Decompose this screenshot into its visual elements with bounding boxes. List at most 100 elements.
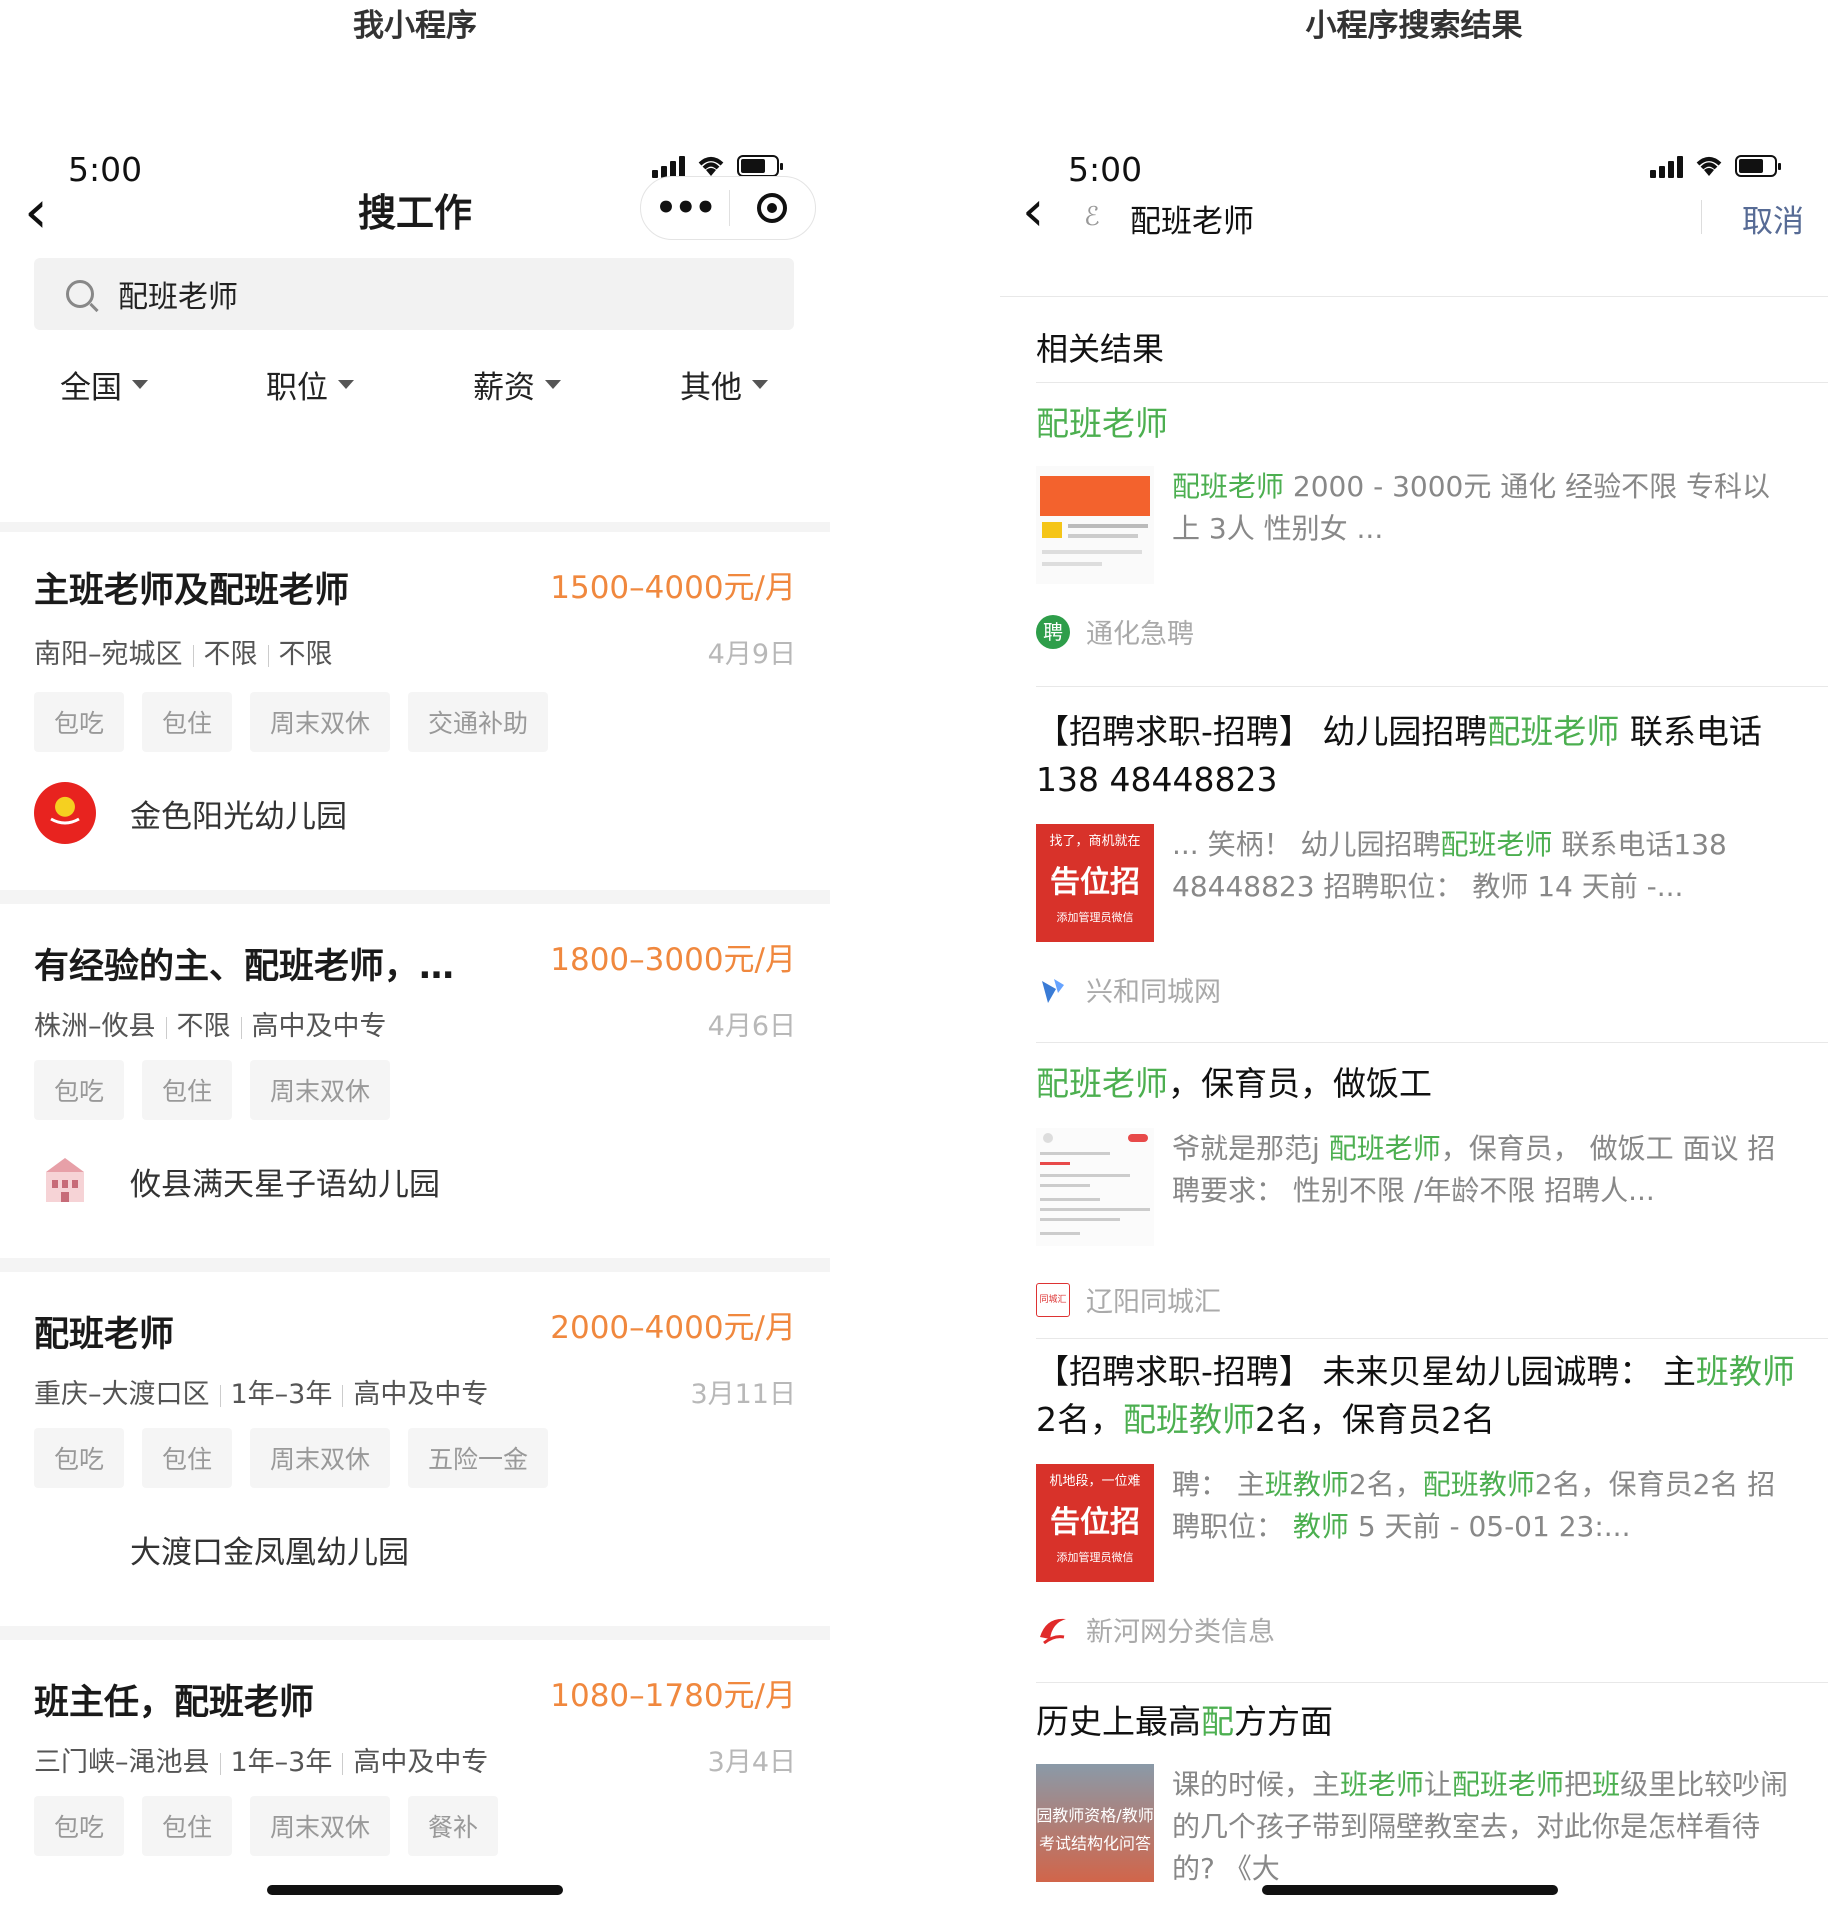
text-segment: 爷就是那范j (1172, 1132, 1329, 1165)
highlight-text: 配班老师 (1452, 1768, 1565, 1801)
thumbnail-caption: 找了，商机就在 (1049, 834, 1141, 849)
close-miniprogram-button[interactable] (730, 193, 816, 223)
job-tags: 包吃 包住 周末双休 餐补 (34, 1796, 499, 1856)
search-query[interactable]: 配班老师 (1130, 196, 1254, 241)
divider (0, 522, 830, 532)
battery-icon (1735, 155, 1781, 177)
job-tags: 包吃 包住 周末双休 交通补助 (34, 692, 549, 752)
tag: 包吃 (34, 1060, 125, 1120)
job-salary: 1080–1780元/月 (550, 1678, 796, 1714)
job-meta: 重庆–大渡口区 1年–3年 高中及中专 (34, 1372, 488, 1411)
result-source: 聘 通化急聘 (1036, 612, 1194, 651)
left-caption: 我小程序 (353, 8, 477, 44)
home-indicator[interactable] (267, 1885, 563, 1895)
signal-icon (1650, 154, 1683, 178)
search-result[interactable]: 【招聘求职-招聘】 幼儿园招聘配班老师 联系电话138 48448823 找了，… (1036, 708, 1796, 1028)
link-icon: ℰ (1084, 202, 1100, 232)
job-education: 高中及中专 (353, 1747, 489, 1778)
job-location: 三门峡–渑池县 (34, 1747, 210, 1778)
tag: 包住 (142, 692, 233, 752)
result-title: 配班老师，保育员，做饭工 (1036, 1060, 1796, 1108)
wifi-icon (698, 157, 724, 176)
section-title: 相关结果 (1036, 330, 1165, 368)
company-name: 攸县满天星子语幼儿园 (130, 1166, 440, 1203)
job-date: 4月6日 (707, 1011, 796, 1042)
right-caption: 小程序搜索结果 (1305, 8, 1523, 44)
header-divider (1701, 200, 1702, 234)
job-tags: 包吃 包住 周末双休 五险一金 (34, 1428, 549, 1488)
search-result[interactable]: 【招聘求职-招聘】 未来贝星幼儿园诚聘： 主班教师2名，配班教师2名，保育员2名… (1036, 1348, 1796, 1668)
thumbnail-caption: 园教师资格/教师 (1036, 1806, 1154, 1825)
text-segment: 2名，保育员2名 (1255, 1400, 1495, 1439)
text-segment: ... 笑柄！ 幼儿园招聘 (1172, 828, 1441, 861)
job-card[interactable]: 班主任，配班老师 1080–1780元/月 三门峡–渑池县 1年–3年 高中及中专 … (0, 1640, 830, 1911)
job-card[interactable]: 主班老师及配班老师 1500–4000元/月 南阳–宛城区 不限 不限 4月9日 包… (0, 532, 830, 890)
job-education: 不限 (278, 639, 333, 670)
text-segment: 5 天前 - 05-01 23:... (1348, 1510, 1631, 1543)
search-result[interactable]: 历史上最高配方方面 园教师资格/教师 考试结构化问答 课的时候，主班老师让配班老… (1036, 1698, 1796, 1911)
job-experience: 不限 (203, 639, 258, 670)
search-bar[interactable] (34, 258, 794, 330)
highlight-text: 班教师 (1264, 1468, 1349, 1501)
home-indicator[interactable] (1262, 1885, 1558, 1895)
search-result[interactable]: 配班老师 配班老师 2000 - 3000元 通化 经验不限 专科以上 3人 性… (1036, 400, 1796, 670)
caret-down-icon (338, 380, 354, 389)
result-title: 【招聘求职-招聘】 幼儿园招聘配班老师 联系电话138 48448823 (1036, 708, 1796, 804)
source-name: 辽阳同城汇 (1086, 1287, 1221, 1318)
filter-position[interactable]: 职位 (266, 362, 354, 407)
job-search-screen: 5:00 ‹ 搜工作 ••• 全国 职位 薪资 其他 主班老师及配班老师 150… (0, 118, 830, 1911)
company: 金色阳光幼儿园 (34, 782, 347, 844)
cancel-button[interactable]: 取消 (1742, 196, 1804, 241)
result-title: 配班老师 (1036, 400, 1796, 448)
filter-label: 其他 (680, 370, 742, 406)
job-date: 3月4日 (707, 1747, 796, 1778)
filter-other[interactable]: 其他 (680, 362, 768, 407)
result-snippet: 配班老师 2000 - 3000元 通化 经验不限 专科以上 3人 性别女 ..… (1172, 466, 1792, 584)
job-experience: 不限 (176, 1011, 231, 1042)
job-meta: 三门峡–渑池县 1年–3年 高中及中专 (34, 1740, 488, 1779)
thumbnail-caption: 告位招 (1050, 865, 1140, 900)
job-title: 配班老师 (34, 1315, 175, 1355)
status-bar: 5:00 (1000, 146, 1828, 196)
company-name: 金色阳光幼儿园 (130, 798, 347, 835)
wifi-icon (1696, 157, 1722, 176)
meta-divider (342, 1384, 344, 1407)
sunflower-icon (50, 802, 80, 825)
highlight-text: 配班教师 (1123, 1400, 1255, 1439)
text-segment: 【招聘求职-招聘】 未来贝星幼儿园诚聘： 主 (1036, 1352, 1696, 1391)
more-button[interactable]: ••• (641, 188, 729, 228)
source-name: 通化急聘 (1086, 619, 1194, 650)
divider (1036, 382, 1828, 383)
battery-icon (737, 155, 783, 177)
search-input[interactable] (116, 275, 720, 313)
meta-divider (342, 1752, 344, 1775)
job-card[interactable]: 有经验的主、配班老师，… 1800–3000元/月 株洲–攸县 不限 高中及中专 4… (0, 904, 830, 1258)
meta-divider (240, 1016, 242, 1039)
job-salary: 1500–4000元/月 (550, 570, 796, 606)
result-title: 历史上最高配方方面 (1036, 1698, 1796, 1746)
result-source: 新河网分类信息 (1036, 1610, 1275, 1649)
highlight-text: 配班教师 (1422, 1468, 1535, 1501)
filter-salary[interactable]: 薪资 (473, 362, 561, 407)
job-salary: 1800–3000元/月 (550, 942, 796, 978)
result-body: 机地段，一位难 告位招 添加管理员微信 聘： 主班教师2名，配班教师2名，保育员… (1036, 1464, 1792, 1582)
job-card[interactable]: 配班老师 2000–4000元/月 重庆–大渡口区 1年–3年 高中及中专 3月11… (0, 1272, 830, 1626)
result-body: 配班老师 2000 - 3000元 通化 经验不限 专科以上 3人 性别女 ..… (1036, 466, 1792, 584)
result-snippet: ... 笑柄！ 幼儿园招聘配班老师 联系电话138 48448823 招聘职位：… (1172, 824, 1792, 942)
back-button[interactable]: ‹ (1022, 184, 1044, 240)
divider (1036, 1338, 1828, 1339)
tag: 包住 (142, 1796, 233, 1856)
meta-divider (219, 1384, 221, 1407)
result-snippet: 聘： 主班教师2名，配班教师2名，保育员2名 招聘职位： 教师 5 天前 - 0… (1172, 1464, 1792, 1582)
miniprogram-capsule: ••• (640, 176, 816, 240)
divider (1036, 686, 1828, 687)
text-segment: 【招聘求职-招聘】 幼儿园招聘 (1036, 712, 1488, 751)
filter-region[interactable]: 全国 (60, 362, 148, 407)
source-name: 新河网分类信息 (1086, 1617, 1275, 1648)
status-time: 5:00 (1068, 150, 1143, 189)
search-icon (66, 280, 94, 308)
divider (1036, 1682, 1828, 1683)
highlight-text: 班 (1592, 1768, 1621, 1801)
search-result[interactable]: 配班老师，保育员，做饭工 爷就是那范j 配班老师，保育员， 做饭工 面议 招聘要… (1036, 1060, 1796, 1350)
meta-divider (192, 644, 194, 667)
